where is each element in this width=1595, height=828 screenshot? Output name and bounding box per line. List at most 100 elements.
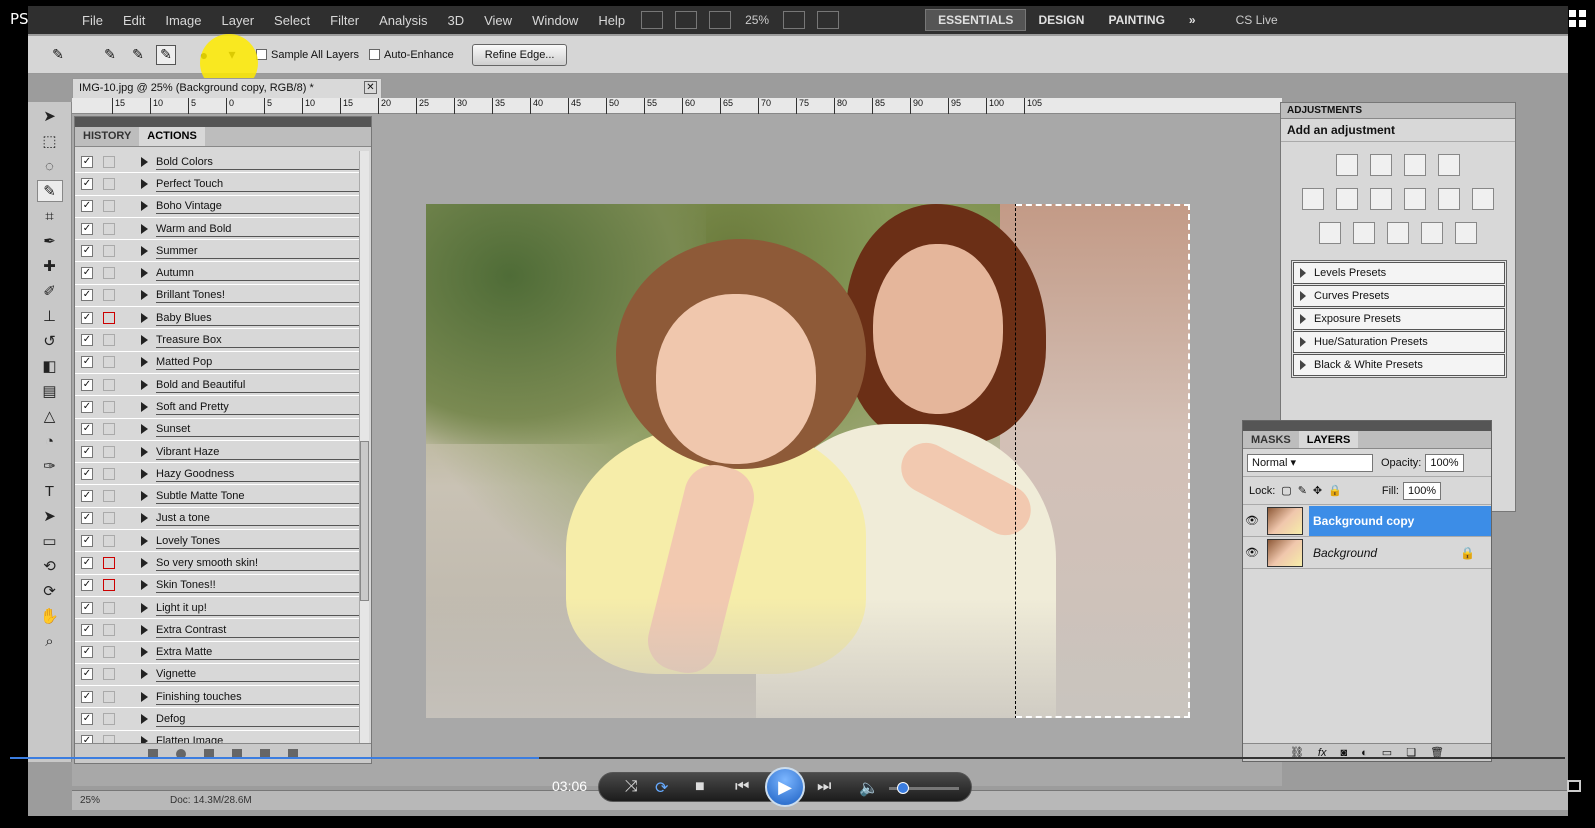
action-item[interactable]: ✓ Hazy Goodness [75, 463, 359, 486]
exposure-icon[interactable] [1438, 154, 1460, 176]
action-enabled-checkbox[interactable]: ✓ [81, 512, 93, 525]
lasso-tool-icon[interactable]: ◌ [37, 155, 63, 177]
zoom-level[interactable]: 25% [737, 13, 777, 27]
dialog-toggle-icon[interactable] [103, 534, 115, 547]
quick-selection-tool-icon[interactable]: ✎ [36, 180, 63, 202]
action-item[interactable]: ✓ Sunset [75, 419, 359, 441]
grid-icon[interactable] [1569, 10, 1587, 28]
action-enabled-checkbox[interactable]: ✓ [81, 601, 93, 614]
action-item[interactable]: ✓ Extra Matte [75, 642, 359, 664]
selective-color-icon[interactable] [1455, 222, 1477, 244]
action-enabled-checkbox[interactable]: ✓ [81, 735, 93, 743]
action-enabled-checkbox[interactable]: ✓ [81, 534, 93, 547]
dialog-toggle-icon[interactable] [103, 579, 115, 592]
action-item[interactable]: ✓ Flatten Image [75, 731, 359, 743]
action-item[interactable]: ✓ Lovely Tones [75, 530, 359, 553]
sample-all-layers-checkbox[interactable]: Sample All Layers [256, 49, 359, 61]
launch-bar-icon[interactable] [709, 11, 732, 29]
3d-rotate-tool-icon[interactable]: ⟲ [37, 555, 63, 577]
action-enabled-checkbox[interactable]: ✓ [81, 289, 93, 302]
dialog-toggle-icon[interactable] [103, 601, 115, 614]
workspace-essentials[interactable]: ESSENTIALS [925, 9, 1027, 31]
curves-icon[interactable] [1404, 154, 1426, 176]
gradient-map-icon[interactable] [1421, 222, 1443, 244]
layer-thumbnail[interactable] [1267, 538, 1303, 567]
dialog-toggle-icon[interactable] [103, 623, 115, 636]
brush-tool-icon[interactable]: ✐ [37, 280, 63, 302]
action-enabled-checkbox[interactable]: ✓ [81, 556, 93, 569]
menu-help[interactable]: Help [588, 13, 635, 28]
type-tool-icon[interactable]: T [37, 480, 63, 502]
action-item[interactable]: ✓ Summer [75, 240, 359, 263]
action-enabled-checkbox[interactable]: ✓ [81, 579, 93, 592]
action-item[interactable]: ✓ Finishing touches [75, 686, 359, 709]
action-item[interactable]: ✓ Bold Colors [75, 151, 359, 174]
expand-triangle-icon[interactable] [141, 379, 148, 390]
hue-saturation-icon[interactable] [1336, 188, 1358, 210]
fill-input[interactable]: 100% [1402, 481, 1442, 500]
dialog-toggle-icon[interactable] [103, 467, 115, 480]
arrange-icon[interactable] [817, 11, 840, 29]
layer-thumbnail[interactable] [1267, 506, 1303, 535]
crop-tool-icon[interactable]: ⌗ [37, 205, 63, 227]
preset-item[interactable]: Levels Presets [1293, 262, 1505, 284]
expand-triangle-icon[interactable] [141, 401, 148, 412]
dialog-toggle-icon[interactable] [103, 690, 115, 703]
auto-enhance-checkbox[interactable]: Auto-Enhance [369, 49, 454, 61]
action-enabled-checkbox[interactable]: ✓ [81, 690, 93, 703]
expand-triangle-icon[interactable] [141, 335, 148, 346]
new-selection-icon[interactable]: ✎ [100, 45, 120, 65]
menu-image[interactable]: Image [155, 13, 211, 28]
action-item[interactable]: ✓ Treasure Box [75, 329, 359, 352]
actions-scrollbar[interactable] [359, 151, 369, 751]
expand-triangle-icon[interactable] [141, 580, 148, 591]
lock-position-icon[interactable]: ✥ [1313, 484, 1322, 497]
action-item[interactable]: ✓ Bold and Beautiful [75, 374, 359, 397]
menu-layer[interactable]: Layer [212, 13, 265, 28]
repeat-icon[interactable]: ⟳ [655, 778, 668, 798]
black-white-icon[interactable] [1404, 188, 1426, 210]
shuffle-icon[interactable]: ⤨ [625, 778, 638, 796]
expand-triangle-icon[interactable] [141, 491, 148, 502]
action-enabled-checkbox[interactable]: ✓ [81, 467, 93, 480]
blur-tool-icon[interactable]: △ [37, 405, 63, 427]
shape-tool-icon[interactable]: ▭ [37, 530, 63, 552]
menu-window[interactable]: Window [522, 13, 588, 28]
action-enabled-checkbox[interactable]: ✓ [81, 713, 93, 726]
channel-mixer-icon[interactable] [1472, 188, 1494, 210]
fullscreen-icon[interactable] [1567, 780, 1581, 792]
close-icon[interactable]: ✕ [364, 81, 377, 94]
expand-triangle-icon[interactable] [141, 424, 148, 435]
expand-triangle-icon[interactable] [141, 736, 148, 743]
expand-triangle-icon[interactable] [141, 290, 148, 301]
photo-filter-icon[interactable] [1438, 188, 1460, 210]
expand-triangle-icon[interactable] [141, 357, 148, 368]
dialog-toggle-icon[interactable] [103, 177, 115, 190]
action-enabled-checkbox[interactable]: ✓ [81, 244, 93, 257]
vibrance-icon[interactable] [1302, 188, 1324, 210]
action-enabled-checkbox[interactable]: ✓ [81, 177, 93, 190]
action-item[interactable]: ✓ Subtle Matte Tone [75, 485, 359, 508]
expand-triangle-icon[interactable] [141, 223, 148, 234]
action-enabled-checkbox[interactable]: ✓ [81, 623, 93, 636]
subtract-from-selection-icon[interactable]: ✎ [156, 44, 176, 65]
action-item[interactable]: ✓ Vignette [75, 664, 359, 687]
menu-3d[interactable]: 3D [437, 13, 474, 28]
action-enabled-checkbox[interactable]: ✓ [81, 155, 93, 168]
launch-bar-icon[interactable] [675, 11, 698, 29]
action-item[interactable]: ✓ Defog [75, 708, 359, 731]
dialog-toggle-icon[interactable] [103, 512, 115, 525]
expand-triangle-icon[interactable] [141, 156, 148, 167]
hand-tool-icon[interactable]: ✋ [37, 605, 63, 627]
blend-mode-select[interactable]: Normal ▾ [1247, 453, 1373, 472]
tab-layers[interactable]: LAYERS [1298, 431, 1359, 448]
preset-item[interactable]: Hue/Saturation Presets [1293, 331, 1505, 353]
expand-triangle-icon[interactable] [141, 446, 148, 457]
action-enabled-checkbox[interactable]: ✓ [81, 222, 93, 235]
next-icon[interactable]: ⏭ [817, 778, 831, 796]
action-item[interactable]: ✓ Baby Blues [75, 307, 359, 330]
menu-filter[interactable]: Filter [320, 13, 369, 28]
expand-triangle-icon[interactable] [141, 268, 148, 279]
action-item[interactable]: ✓ Matted Pop [75, 352, 359, 374]
expand-triangle-icon[interactable] [141, 201, 148, 212]
